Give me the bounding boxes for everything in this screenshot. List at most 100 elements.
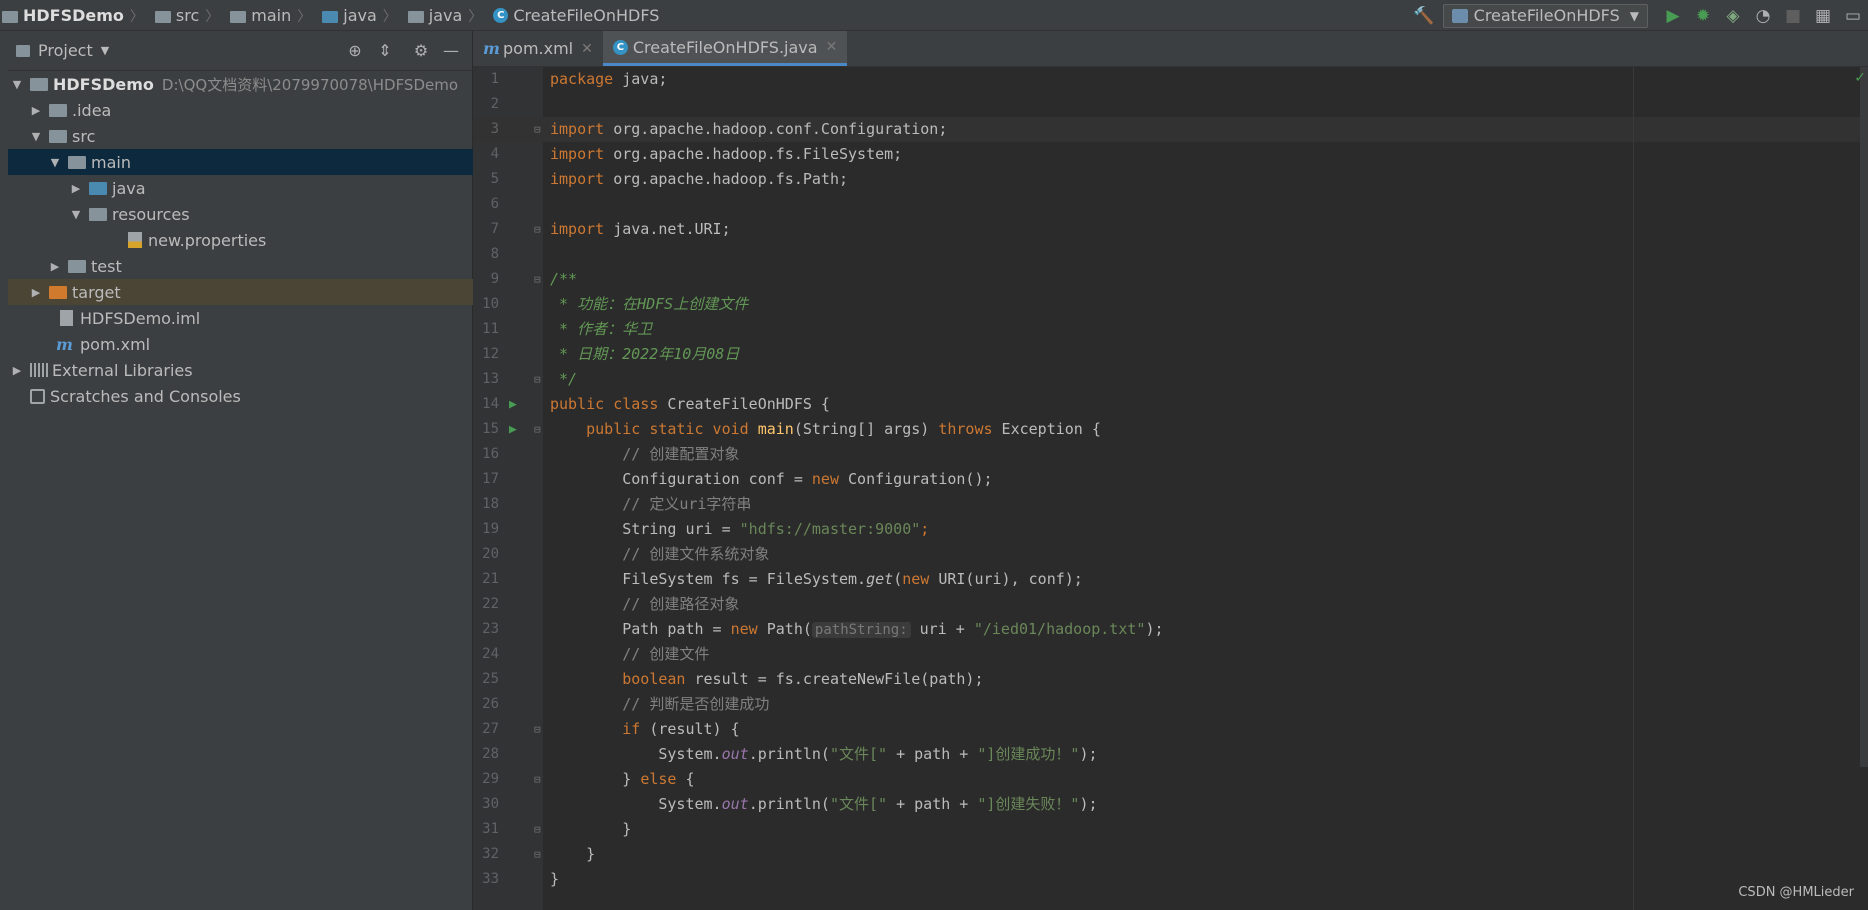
expanded-arrow-icon[interactable]: ▼	[48, 156, 62, 169]
terminal-icon[interactable]: ▭	[1838, 0, 1868, 31]
expanded-arrow-icon[interactable]: ▼	[69, 208, 83, 221]
collapsed-arrow-icon[interactable]: ▶	[29, 104, 43, 117]
debug-icon[interactable]: ✹	[1688, 0, 1718, 31]
code-area[interactable]: 1 package java; 2 3 ⊟ import org.apache.had…	[473, 67, 1868, 910]
project-structure-icon[interactable]: ▦	[1808, 0, 1838, 31]
tree-item-resources[interactable]: ▼ resources	[8, 201, 473, 227]
project-icon	[16, 44, 30, 57]
tree-item-new-properties[interactable]: new.properties	[8, 227, 473, 253]
profile-icon[interactable]: ◔	[1748, 0, 1778, 31]
chevron-right-icon: 〉	[205, 8, 220, 25]
editor-scrollbar[interactable]	[1860, 67, 1868, 767]
code-line: 11 * 作者：华卫	[482, 320, 653, 338]
collapsed-arrow-icon[interactable]: ▶	[10, 364, 24, 377]
chevron-right-icon: 〉	[297, 8, 312, 25]
expanded-arrow-icon[interactable]: ▼	[29, 130, 43, 143]
tree-item-pom-xml[interactable]: m pom.xml	[8, 331, 473, 357]
properties-file-icon	[128, 232, 142, 248]
tree-item-target[interactable]: ▶ target	[8, 279, 473, 305]
fold-marker-icon[interactable]: ⊟	[534, 117, 541, 142]
run-icon[interactable]: ▶	[1658, 0, 1688, 31]
breadcrumb-project[interactable]: HDFSDemo 〉	[0, 0, 153, 31]
libraries-icon	[30, 363, 48, 377]
code-line: 12 * 日期：2022年10月08日	[482, 345, 740, 363]
gear-icon[interactable]: ⚙	[406, 36, 436, 66]
collapsed-arrow-icon[interactable]: ▶	[69, 182, 83, 195]
tree-item-src[interactable]: ▼ src	[8, 123, 473, 149]
run-configuration-select[interactable]: CreateFileOnHDFS ▼	[1442, 3, 1648, 28]
chevron-right-icon: 〉	[468, 8, 483, 25]
project-panel-tools: ⊕ ⇕ ⚙ —	[340, 31, 466, 70]
fold-marker-icon[interactable]: ⊟	[534, 717, 541, 742]
package-icon	[407, 10, 424, 23]
breadcrumb: HDFSDemo 〉 src 〉 main 〉 java 〉 java 〉 C …	[0, 0, 662, 31]
tree-item-external-libraries[interactable]: ▶ External Libraries	[8, 357, 473, 383]
minimize-icon[interactable]: —	[436, 36, 466, 66]
stop-icon[interactable]: ■	[1778, 0, 1808, 31]
hammer-icon[interactable]: 🔨	[1409, 0, 1439, 31]
locate-icon[interactable]: ⊕	[340, 36, 370, 66]
code-line: 17 Configuration conf = new Configuratio…	[482, 470, 993, 488]
tree-item-main[interactable]: ▼ main	[8, 149, 473, 175]
fold-marker-icon[interactable]: ⊟	[534, 817, 541, 842]
iml-file-icon	[60, 310, 73, 326]
tab-pom-xml[interactable]: m pom.xml ✕	[473, 31, 603, 66]
collapsed-arrow-icon[interactable]: ▶	[48, 260, 62, 273]
check-icon: ✓	[1854, 70, 1866, 86]
fold-marker-icon[interactable]: ⊟	[534, 767, 541, 792]
source-folder-icon	[322, 10, 339, 23]
fold-marker-icon[interactable]: ⊟	[534, 217, 541, 242]
run-gutter-icon[interactable]: ▶	[509, 392, 517, 417]
class-icon: C	[612, 39, 628, 55]
tree-item-hdfsdemo-iml[interactable]: HDFSDemo.iml	[8, 305, 473, 331]
fold-marker-icon[interactable]: ⊟	[534, 417, 541, 442]
code-line: 19 String uri = "hdfs://master:9000";	[482, 520, 930, 538]
folder-icon	[68, 155, 86, 169]
collapsed-arrow-icon[interactable]: ▶	[29, 286, 43, 299]
tree-item-hdfsdemo[interactable]: ▼ HDFSDemo D:\QQ文档资料\2079970078\HDFSDemo	[8, 71, 473, 97]
code-line: 20 // 创建文件系统对象	[482, 545, 770, 563]
folder-icon	[2, 10, 18, 23]
close-icon[interactable]: ✕	[826, 39, 838, 55]
project-panel: Project ▼ ⊕ ⇕ ⚙ — ▼ HDFSDemo D:\QQ文档资料\2…	[8, 31, 473, 910]
code-line: 30 System.out.println("文件[" + path + "]创…	[482, 795, 1098, 813]
tree-item-test[interactable]: ▶ test	[8, 253, 473, 279]
close-icon[interactable]: ✕	[581, 41, 593, 57]
fold-marker-icon[interactable]: ⊟	[534, 267, 541, 292]
maven-icon: m	[483, 39, 500, 58]
coverage-icon[interactable]: ◈	[1718, 0, 1748, 31]
tree-item-java[interactable]: ▶ java	[8, 175, 473, 201]
scratches-icon	[30, 388, 45, 404]
tree-item-idea[interactable]: ▶ .idea	[8, 97, 473, 123]
collapse-all-icon[interactable]: ⇕	[370, 36, 400, 66]
editor-tabs: m pom.xml ✕ C CreateFileOnHDFS.java ✕	[473, 31, 1868, 67]
run-gutter-icon[interactable]: ▶	[509, 417, 517, 442]
code-line: 8	[490, 246, 499, 262]
code-line: 29 ⊟ } else {	[473, 767, 1868, 792]
tab-createfileonhdfs-java[interactable]: C CreateFileOnHDFS.java ✕	[602, 31, 848, 66]
right-margin-guide	[1633, 67, 1634, 910]
folder-icon	[68, 259, 86, 273]
code-line: 32 ⊟ }	[473, 842, 1868, 867]
code-line: 22 // 创建路径对象	[482, 595, 740, 613]
code-line: 5 import org.apache.hadoop.fs.Path;	[490, 170, 849, 188]
breadcrumb-java-package[interactable]: java 〉	[406, 0, 492, 31]
code-line: 33}	[482, 870, 560, 888]
project-view-selector[interactable]: Project ▼	[16, 41, 109, 60]
excluded-folder-icon	[49, 285, 67, 299]
breadcrumb-java-source[interactable]: java 〉	[320, 0, 406, 31]
code-line: 9 ⊟/**	[473, 267, 1868, 292]
code-line: 24 // 创建文件	[482, 645, 710, 663]
folder-icon	[49, 129, 67, 143]
breadcrumb-class[interactable]: C CreateFileOnHDFS	[491, 0, 662, 31]
fold-marker-icon[interactable]: ⊟	[534, 367, 541, 392]
code-line: 15 ▶ ⊟ public static void main(String[] ar…	[473, 417, 1868, 442]
expanded-arrow-icon[interactable]: ▼	[10, 78, 24, 91]
tree-item-scratches[interactable]: Scratches and Consoles	[8, 383, 473, 409]
breadcrumb-src[interactable]: src 〉	[153, 0, 228, 31]
module-folder-icon	[30, 77, 48, 91]
code-line: 23 Path path = new Path(pathString: uri …	[482, 620, 1164, 638]
chevron-down-icon: ▼	[100, 44, 110, 57]
fold-marker-icon[interactable]: ⊟	[534, 842, 541, 867]
breadcrumb-main[interactable]: main 〉	[228, 0, 320, 31]
